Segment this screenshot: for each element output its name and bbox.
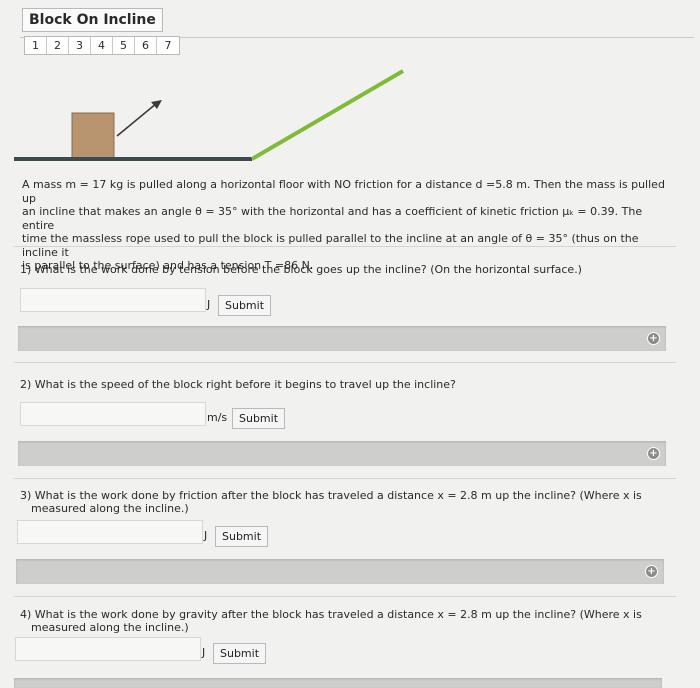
incline-diagram [14, 69, 405, 161]
answer-input-3[interactable] [17, 520, 203, 544]
submit-button-1[interactable]: Submit [218, 295, 272, 316]
unit-label-2: m/s [207, 411, 228, 424]
submit-button-4[interactable]: Submit [213, 643, 267, 664]
submit-button-2[interactable]: Submit [232, 408, 286, 429]
question-4: 4) What is the work done by gravity afte… [20, 608, 660, 634]
question-text: measured along the incline.) [31, 621, 189, 634]
hint-bar-1[interactable]: + [18, 326, 666, 351]
incline-line [250, 69, 405, 161]
tab-5[interactable]: 5 [113, 37, 135, 54]
submit-button-3[interactable]: Submit [215, 526, 269, 547]
problem-statement: A mass m = 17 kg is pulled along a horiz… [22, 178, 672, 273]
answer-input-2[interactable] [20, 402, 206, 426]
question-text: 3) What is the work done by friction aft… [20, 489, 642, 502]
tension-arrow [116, 102, 158, 137]
question-2: 2) What is the speed of the block right … [20, 378, 660, 391]
unit-label-3: J [204, 529, 208, 542]
page-title: Block On Incline [22, 8, 163, 32]
plus-icon[interactable]: + [647, 447, 660, 460]
block [71, 112, 115, 159]
section-divider [14, 596, 676, 597]
tab-7[interactable]: 7 [157, 37, 179, 54]
question-text: 1) What is the work done by tension befo… [20, 263, 582, 276]
tab-6[interactable]: 6 [135, 37, 157, 54]
tab-1[interactable]: 1 [25, 37, 47, 54]
tab-2[interactable]: 2 [47, 37, 69, 54]
problem-line: A mass m = 17 kg is pulled along a horiz… [22, 178, 665, 205]
arrow-head-icon [151, 100, 162, 109]
section-divider [14, 478, 676, 479]
unit-label-1: J [207, 298, 211, 311]
hint-bar-4[interactable] [14, 678, 662, 688]
hint-bar-3[interactable]: + [16, 559, 664, 584]
plus-icon[interactable]: + [647, 332, 660, 345]
question-text: 2) What is the speed of the block right … [20, 378, 456, 391]
hint-bar-2[interactable]: + [18, 441, 666, 466]
answer-input-1[interactable] [20, 288, 206, 312]
section-divider [14, 246, 676, 247]
tab-3[interactable]: 3 [69, 37, 91, 54]
tab-4[interactable]: 4 [91, 37, 113, 54]
question-3: 3) What is the work done by friction aft… [20, 489, 660, 515]
question-text: measured along the incline.) [31, 502, 189, 515]
section-divider [14, 362, 676, 363]
part-tabs: 1 2 3 4 5 6 7 [24, 36, 180, 55]
question-1: 1) What is the work done by tension befo… [20, 263, 660, 276]
plus-icon[interactable]: + [645, 565, 658, 578]
answer-input-4[interactable] [15, 637, 201, 661]
question-text: 4) What is the work done by gravity afte… [20, 608, 642, 621]
unit-label-4: J [202, 646, 206, 659]
problem-line: an incline that makes an angle θ = 35° w… [22, 205, 643, 232]
